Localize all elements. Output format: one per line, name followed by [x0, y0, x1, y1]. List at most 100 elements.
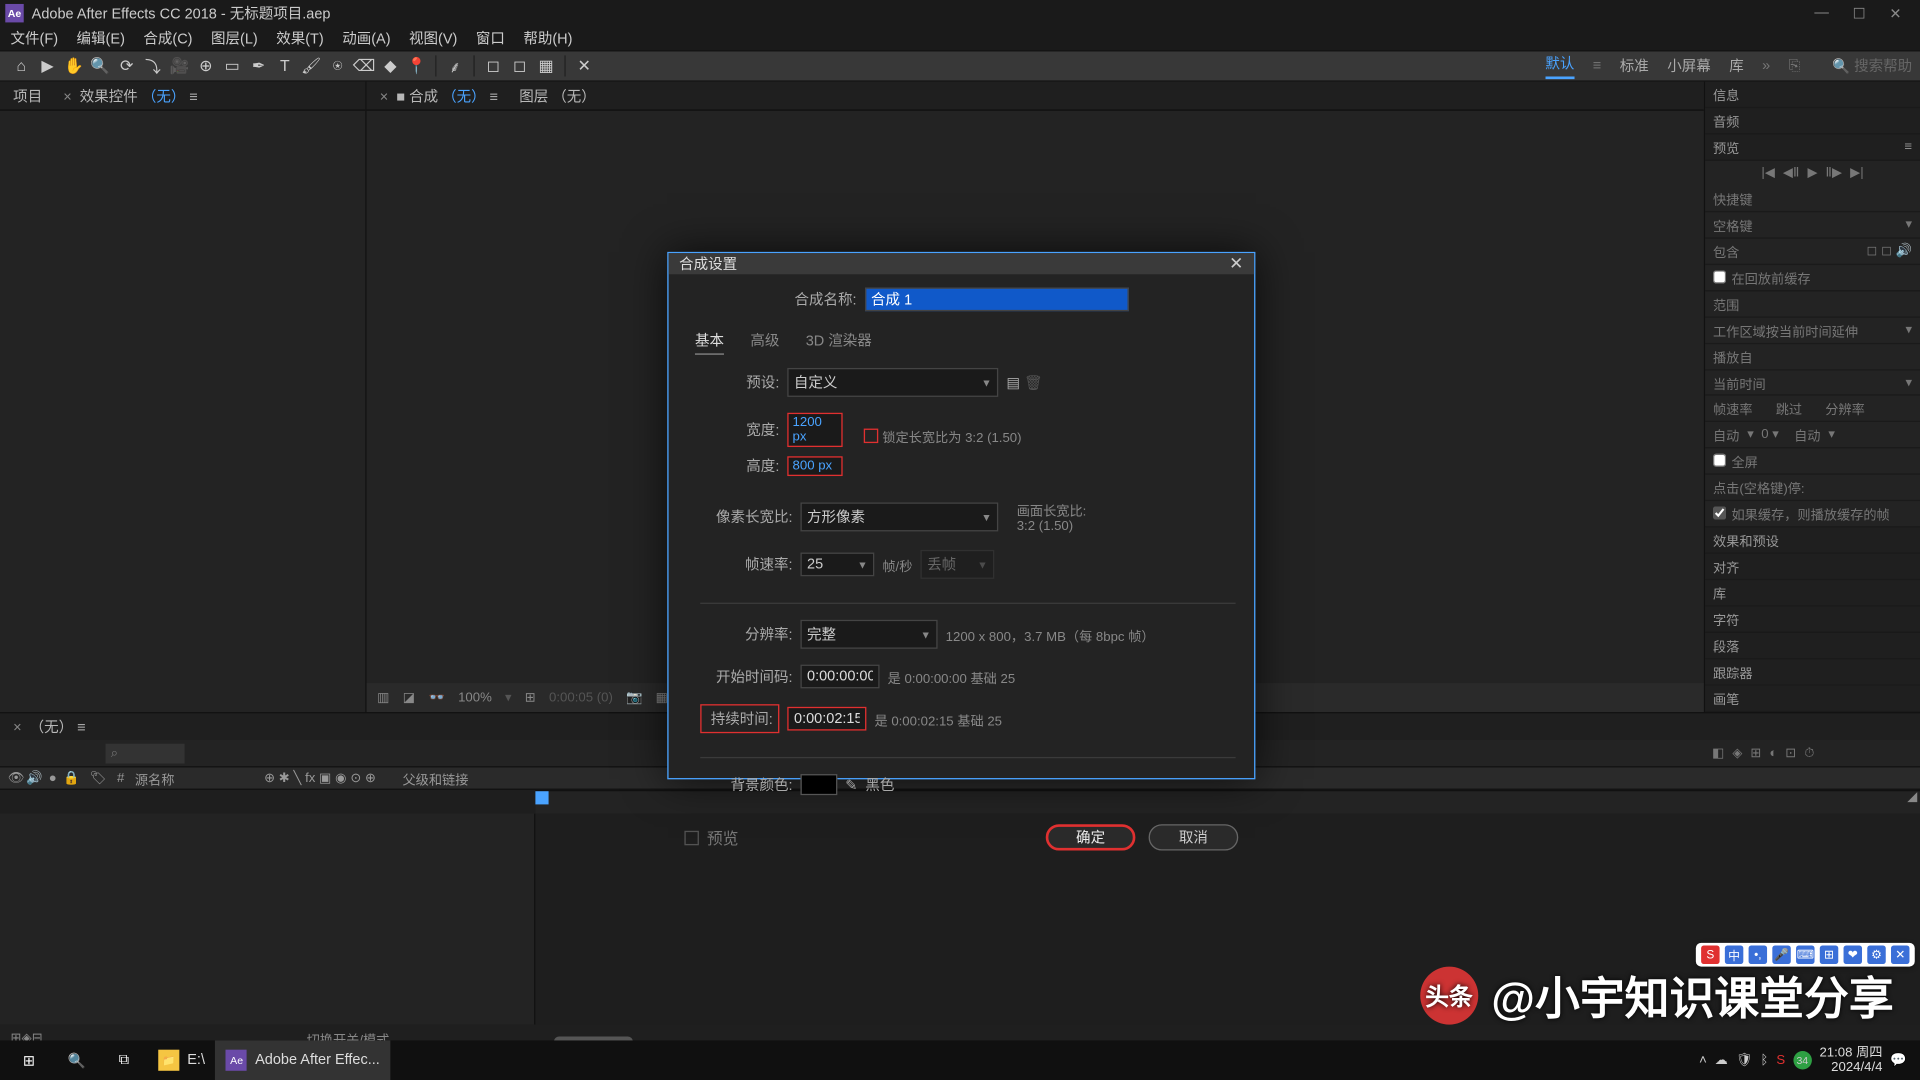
dialog-titlebar[interactable]: 合成设置 ✕ — [669, 253, 1255, 274]
preview-range-value[interactable]: 工作区域按当前时间延伸▾ — [1705, 317, 1920, 343]
col-label-icon[interactable]: 🏷 — [90, 771, 107, 786]
comp-name-input[interactable] — [864, 287, 1128, 311]
tab-project[interactable]: 项目 — [8, 82, 48, 108]
panel-tracker[interactable]: 跟踪器 — [1705, 659, 1920, 685]
par-select[interactable]: 方形像素▼ — [800, 502, 998, 531]
menu-edit[interactable]: 编辑(E) — [77, 28, 125, 49]
ime-button-7[interactable]: ⚙ — [1867, 946, 1885, 964]
roto-tool-icon[interactable]: ◆ — [377, 53, 403, 79]
preview-shortcut-value[interactable]: 空格键▾ — [1705, 212, 1920, 238]
dialog-tab-advanced[interactable]: 高级 — [750, 330, 779, 355]
workspace-overflow-icon[interactable]: » — [1762, 58, 1770, 74]
preview-movetime[interactable]: 如果缓存，则播放缓存的帧 — [1705, 501, 1920, 527]
col-solo-icon[interactable]: ● — [45, 771, 61, 786]
start-timecode-input[interactable] — [800, 665, 879, 689]
preview-fullscreen[interactable]: 全屏 — [1705, 449, 1920, 475]
panel-preview[interactable]: 预览≡ — [1705, 134, 1920, 160]
workspace-menu-icon[interactable]: ≡ — [1593, 58, 1601, 74]
ime-button-0[interactable]: S — [1701, 946, 1719, 964]
tl-icon-4[interactable]: ◐ — [1769, 746, 1777, 761]
preset-save-icon[interactable]: ▤ — [1006, 374, 1020, 391]
zoom-tool-icon[interactable]: 🔍 — [87, 53, 113, 79]
tray-bluetooth-icon[interactable]: ᛒ — [1761, 1053, 1769, 1068]
preview-cache[interactable]: 在回放前缓存 — [1705, 265, 1920, 291]
timeline-search-input[interactable] — [105, 743, 184, 763]
timecode-display[interactable]: 0:00:05 (0) — [549, 690, 613, 705]
dialog-close-icon[interactable]: ✕ — [1229, 253, 1243, 274]
menu-animation[interactable]: 动画(A) — [342, 28, 390, 49]
snap-icon[interactable]: ⸙ — [442, 53, 468, 79]
timeline-tab[interactable]: × （无） ≡ — [8, 713, 91, 739]
pen-tool-icon[interactable]: ✒ — [245, 53, 271, 79]
panel-align[interactable]: 对齐 — [1705, 554, 1920, 580]
tl-icon-1[interactable]: ◧ — [1712, 746, 1724, 761]
dialog-tab-basic[interactable]: 基本 — [695, 330, 724, 355]
tray-up-icon[interactable]: ˄ — [1699, 1053, 1707, 1068]
preview-checkbox[interactable] — [684, 830, 699, 845]
tab-layer[interactable]: 图层 （无） — [514, 82, 601, 108]
ime-button-8[interactable]: ✕ — [1891, 946, 1909, 964]
zoom-value[interactable]: 100% — [458, 690, 492, 705]
preview-fps-value[interactable]: 自动 ▾ 0 ▾ 自动 ▾ — [1705, 423, 1920, 449]
panel-character[interactable]: 字符 — [1705, 607, 1920, 633]
text-tool-icon[interactable]: T — [272, 53, 298, 79]
tray-security-icon[interactable]: 🛡 — [1736, 1053, 1753, 1068]
window-maximize-icon[interactable]: ☐ — [1853, 5, 1866, 22]
preview-playfrom-value[interactable]: 当前时间▾ — [1705, 370, 1920, 396]
tray-onedrive-icon[interactable]: ☁ — [1715, 1053, 1728, 1068]
start-button[interactable]: ⊞ — [5, 1040, 52, 1080]
taskbar-after-effects[interactable]: AeAdobe After Effec... — [216, 1040, 391, 1080]
res-icon[interactable]: ⊞ — [525, 690, 536, 705]
sync-icon[interactable]: ⎘ — [1789, 57, 1801, 74]
last-frame-icon[interactable]: ▶| — [1850, 166, 1864, 181]
orbit-tool-icon[interactable]: ⟳ — [113, 53, 139, 79]
tl-icon-2[interactable]: ◈ — [1732, 746, 1742, 761]
panel-brushes[interactable]: 画笔 — [1705, 686, 1920, 712]
tab-effect-controls[interactable]: × 效果控件 （无） ≡ — [58, 82, 203, 108]
menu-file[interactable]: 文件(F) — [11, 28, 59, 49]
panel-effects[interactable]: 效果和预设 — [1705, 528, 1920, 554]
ime-button-6[interactable]: ❤ — [1844, 946, 1862, 964]
tl-icon-5[interactable]: ⊡ — [1785, 746, 1796, 761]
tray-clock[interactable]: 21:08 周四2024/4/4 — [1819, 1046, 1882, 1075]
tl-icon-6[interactable]: ⏱ — [1804, 746, 1814, 761]
menu-effect[interactable]: 效果(T) — [276, 28, 324, 49]
anchor-tool-icon[interactable]: ⊕ — [193, 53, 219, 79]
tab-composition[interactable]: × ■ 合成 （无） ≡ — [375, 82, 504, 108]
close-tab-icon[interactable]: × — [63, 89, 71, 105]
first-frame-icon[interactable]: |◀ — [1761, 166, 1775, 181]
ok-button[interactable]: 确定 — [1046, 824, 1136, 850]
col-visibility-icon[interactable]: 👁 — [8, 771, 24, 786]
stroke-icon[interactable]: ✕ — [571, 53, 597, 79]
fps-select[interactable]: 25▼ — [800, 553, 874, 577]
mask-icon[interactable]: 👓 — [428, 690, 444, 705]
hand-tool-icon[interactable]: ✋ — [61, 53, 87, 79]
alpha-icon[interactable]: ▥ — [377, 690, 389, 705]
panel-libraries[interactable]: 库 — [1705, 580, 1920, 606]
menu-composition[interactable]: 合成(C) — [143, 28, 192, 49]
preset-select[interactable]: 自定义▼ — [787, 368, 998, 397]
ime-button-4[interactable]: ⌨ — [1796, 946, 1814, 964]
eyedropper-icon[interactable]: ✎ — [845, 776, 857, 793]
ime-button-5[interactable]: ⊞ — [1820, 946, 1838, 964]
selection-tool-icon[interactable]: ▶ — [34, 53, 60, 79]
home-icon[interactable]: ⌂ — [8, 53, 34, 79]
dialog-tab-3d[interactable]: 3D 渲染器 — [806, 330, 872, 355]
window-close-icon[interactable]: ✕ — [1889, 5, 1901, 22]
shape-mode-icon[interactable]: ◻ — [506, 53, 532, 79]
eraser-tool-icon[interactable]: ⌫ — [351, 53, 377, 79]
fill-icon[interactable]: ▦ — [533, 53, 559, 79]
window-minimize-icon[interactable]: — — [1814, 5, 1829, 22]
tray-temperature-badge[interactable]: 34 — [1793, 1051, 1811, 1069]
workspace-small[interactable]: 小屏幕 — [1667, 55, 1711, 76]
preset-delete-icon[interactable]: 🗑 — [1024, 374, 1042, 391]
camera-tool-icon[interactable]: 🎥 — [166, 53, 192, 79]
panel-paragraph[interactable]: 段落 — [1705, 633, 1920, 659]
clone-tool-icon[interactable]: ⍟ — [324, 53, 350, 79]
timeline-collapse-icon[interactable]: ◢ — [1907, 790, 1917, 805]
workspace-library[interactable]: 库 — [1729, 55, 1744, 76]
prev-frame-icon[interactable]: ◀Ⅱ — [1783, 166, 1800, 181]
res-select[interactable]: 完整▼ — [800, 620, 937, 649]
channel-icon[interactable]: ◪ — [403, 690, 415, 705]
col-parent[interactable]: 父级和链接 — [402, 768, 468, 788]
